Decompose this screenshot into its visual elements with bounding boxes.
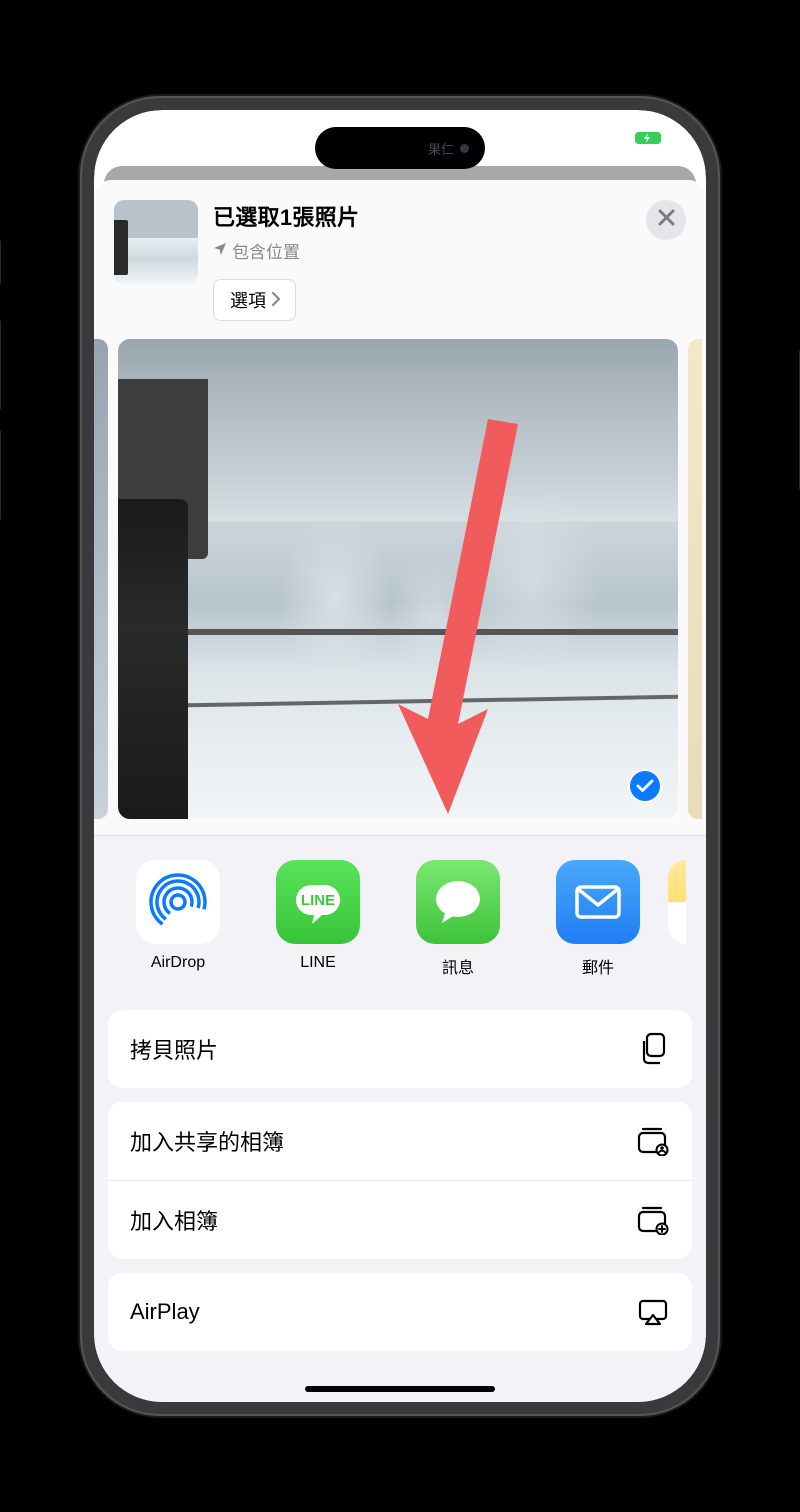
share-sheet: 已選取1張照片 包含位置 選項 (94, 180, 706, 1402)
add-album-icon (636, 1203, 670, 1237)
battery-charging-icon (632, 129, 668, 152)
close-button[interactable] (646, 200, 686, 240)
action-add-shared-album[interactable]: 加入共享的相簿 (108, 1102, 692, 1180)
prev-photo-peek[interactable] (94, 339, 108, 819)
action-airplay[interactable]: AirPlay (108, 1273, 692, 1351)
app-airdrop[interactable]: AirDrop (108, 860, 248, 978)
app-mail[interactable]: 郵件 (528, 860, 668, 978)
options-button[interactable]: 選項 (213, 279, 296, 321)
share-header: 已選取1張照片 包含位置 選項 (94, 180, 706, 339)
wifi-icon (602, 130, 624, 151)
volume-up-button (0, 320, 1, 410)
svg-text:LINE: LINE (301, 892, 335, 909)
line-icon: LINE (276, 860, 360, 944)
app-line[interactable]: LINE LINE (248, 860, 388, 978)
airdrop-icon (136, 860, 220, 944)
notes-icon (668, 860, 686, 944)
mail-icon (556, 860, 640, 944)
header-thumbnail[interactable] (114, 200, 198, 284)
photo-preview-strip[interactable] (94, 339, 706, 836)
close-icon (658, 209, 675, 231)
actions-list: 拷貝照片 加入共享的相簿 加入相簿 AirPlay (94, 986, 706, 1351)
messages-icon (416, 860, 500, 944)
share-subtitle: 包含位置 (213, 238, 631, 263)
share-apps-row[interactable]: AirDrop LINE LINE 訊息 郵件 (94, 836, 706, 986)
home-indicator[interactable] (305, 1386, 495, 1392)
airplay-icon (636, 1295, 670, 1329)
share-title: 已選取1張照片 (213, 200, 631, 232)
copy-icon (636, 1032, 670, 1066)
action-copy-photo[interactable]: 拷貝照片 (108, 1010, 692, 1088)
action-add-album[interactable]: 加入相簿 (108, 1180, 692, 1259)
shared-album-icon (636, 1124, 670, 1158)
dynamic-island: 果仁 (315, 127, 485, 169)
status-time: 17:33 (132, 127, 193, 154)
app-notes-peek[interactable] (668, 860, 686, 978)
favorite-icon (138, 772, 164, 801)
next-photo-peek[interactable] (688, 339, 702, 819)
cellular-icon (570, 130, 594, 151)
island-dot-icon (460, 144, 469, 153)
phone-frame: 17:33 果仁 已選取1張照片 包含位置 (80, 96, 720, 1416)
selected-photo[interactable] (118, 339, 678, 819)
mute-switch (0, 240, 1, 285)
app-messages[interactable]: 訊息 (388, 860, 528, 978)
volume-down-button (0, 430, 1, 520)
chevron-right-icon (271, 290, 281, 311)
location-icon (213, 241, 227, 261)
selected-check-icon[interactable] (628, 769, 662, 803)
